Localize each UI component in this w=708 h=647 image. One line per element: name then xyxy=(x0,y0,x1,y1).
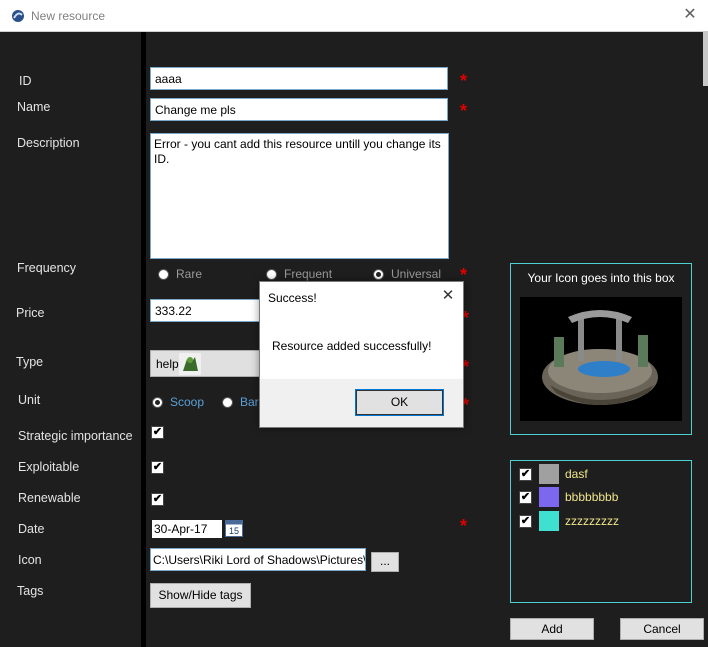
frequency-rare-label: Rare xyxy=(176,267,203,281)
name-required-marker: * xyxy=(460,101,468,121)
strategic-importance-label: Strategic importance xyxy=(18,429,133,443)
id-required-marker: * xyxy=(460,71,468,91)
description-label: Description xyxy=(17,136,80,150)
radio-indicator xyxy=(222,396,233,408)
type-combobox[interactable]: help xyxy=(150,350,270,377)
tag-label: dasf xyxy=(565,467,588,481)
renewable-checkbox[interactable]: ✔ xyxy=(151,493,164,506)
icon-label: Icon xyxy=(18,553,42,567)
tag-list-panel: ✔ dasf ✔ bbbbbbbb ✔ zzzzzzzzz xyxy=(510,460,692,603)
unit-scoop-label: Scoop xyxy=(170,395,205,409)
dialog-message: Resource added successfully! xyxy=(272,339,432,353)
tag-item[interactable]: ✔ bbbbbbbb xyxy=(519,487,618,507)
tag-label: bbbbbbbb xyxy=(565,490,619,504)
window-titlebar: New resource ✕ xyxy=(0,0,708,32)
unit-bar-label: Bar xyxy=(240,395,259,409)
calendar-day: 15 xyxy=(229,526,239,536)
cancel-button[interactable]: Cancel xyxy=(620,618,704,640)
resource-icon-image xyxy=(520,297,682,421)
type-value: help xyxy=(156,357,179,371)
id-label: ID xyxy=(19,74,32,88)
unit-bar-radio[interactable]: Bar xyxy=(222,395,259,409)
radio-indicator xyxy=(373,268,384,280)
tag-item[interactable]: ✔ dasf xyxy=(519,464,588,484)
icon-path-input[interactable]: C:\Users\Riki Lord of Shadows\Pictures\I xyxy=(150,548,366,571)
dialog-body: Success! ✕ Resource added successfully! xyxy=(260,282,463,379)
date-label: Date xyxy=(18,522,45,536)
frequency-universal-radio[interactable]: Universal xyxy=(373,267,441,281)
tag-color-swatch xyxy=(539,487,559,507)
dialog-title: Success! xyxy=(268,291,317,305)
frequency-rare-radio[interactable]: Rare xyxy=(158,267,202,281)
ok-button[interactable]: OK xyxy=(355,389,444,416)
name-input[interactable]: Change me pls xyxy=(150,98,448,121)
tag-checkbox[interactable]: ✔ xyxy=(519,467,532,481)
exploitable-label: Exploitable xyxy=(18,460,80,474)
frequency-frequent-label: Frequent xyxy=(284,267,333,281)
calendar-icon[interactable]: 15 xyxy=(225,520,243,537)
frequency-universal-label: Universal xyxy=(391,267,442,281)
tags-label: Tags xyxy=(17,584,44,598)
exploitable-checkbox[interactable]: ✔ xyxy=(151,461,164,474)
renewable-label: Renewable xyxy=(18,491,81,505)
tag-label: zzzzzzzzz xyxy=(565,514,619,528)
id-input[interactable]: aaaa xyxy=(150,67,448,90)
radio-indicator xyxy=(266,268,277,280)
window-close-icon[interactable]: ✕ xyxy=(680,5,700,25)
unit-label: Unit xyxy=(18,393,41,407)
frequency-frequent-radio[interactable]: Frequent xyxy=(266,267,332,281)
success-dialog: Success! ✕ Resource added successfully! … xyxy=(259,281,464,428)
dialog-close-icon[interactable]: ✕ xyxy=(438,286,458,306)
show-hide-tags-button[interactable]: Show/Hide tags xyxy=(150,583,251,608)
radio-indicator xyxy=(152,396,163,408)
strategic-importance-checkbox[interactable]: ✔ xyxy=(151,426,164,439)
tag-item[interactable]: ✔ zzzzzzzzz xyxy=(519,511,619,531)
tag-color-swatch xyxy=(539,511,559,531)
price-input[interactable]: 333.22 xyxy=(150,299,262,322)
frequency-label: Frequency xyxy=(17,261,77,275)
name-label: Name xyxy=(17,100,51,114)
app-icon xyxy=(12,10,24,22)
type-label: Type xyxy=(16,355,44,369)
price-label: Price xyxy=(16,306,45,320)
radio-indicator xyxy=(158,268,169,280)
unit-scoop-radio[interactable]: Scoop xyxy=(152,395,204,409)
browse-button[interactable]: ... xyxy=(371,552,399,572)
description-textarea[interactable]: Error - you cant add this resource until… xyxy=(150,133,449,259)
tag-color-swatch xyxy=(539,464,559,484)
scrollbar[interactable] xyxy=(703,31,708,86)
tag-checkbox[interactable]: ✔ xyxy=(519,490,532,504)
add-button[interactable]: Add xyxy=(510,618,594,640)
icon-panel: Your Icon goes into this box xyxy=(510,263,692,435)
column-divider xyxy=(141,32,146,647)
date-required-marker: * xyxy=(460,516,468,536)
date-input[interactable]: 30-Apr-17 xyxy=(152,520,222,538)
icon-panel-title: Your Icon goes into this box xyxy=(527,271,675,285)
type-item-icon xyxy=(179,353,201,375)
window-title: New resource xyxy=(31,9,106,23)
tag-checkbox[interactable]: ✔ xyxy=(519,514,532,528)
